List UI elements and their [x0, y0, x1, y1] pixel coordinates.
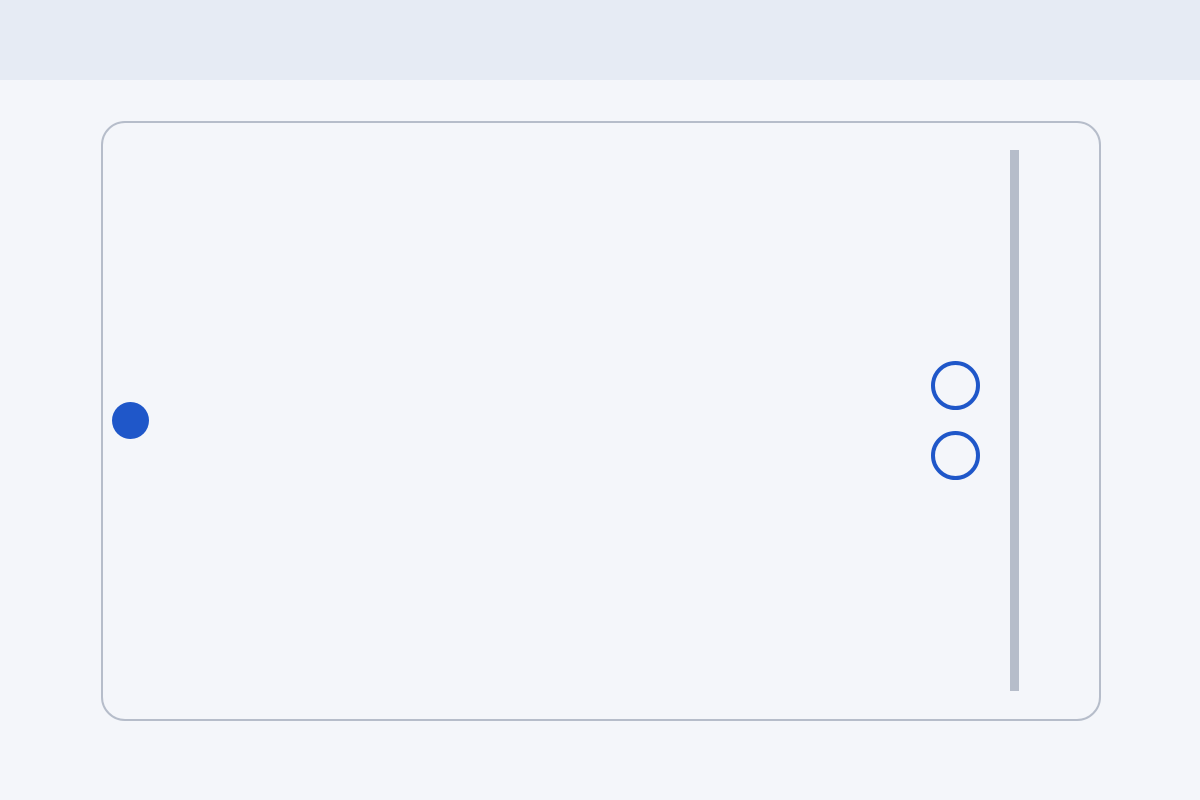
top-bar [0, 0, 1200, 80]
target-port-lower[interactable] [931, 431, 980, 480]
source-node-dot[interactable] [112, 402, 149, 439]
target-port-upper[interactable] [931, 361, 980, 410]
vertical-scrollbar[interactable] [1010, 150, 1019, 691]
canvas-panel[interactable] [101, 121, 1101, 721]
